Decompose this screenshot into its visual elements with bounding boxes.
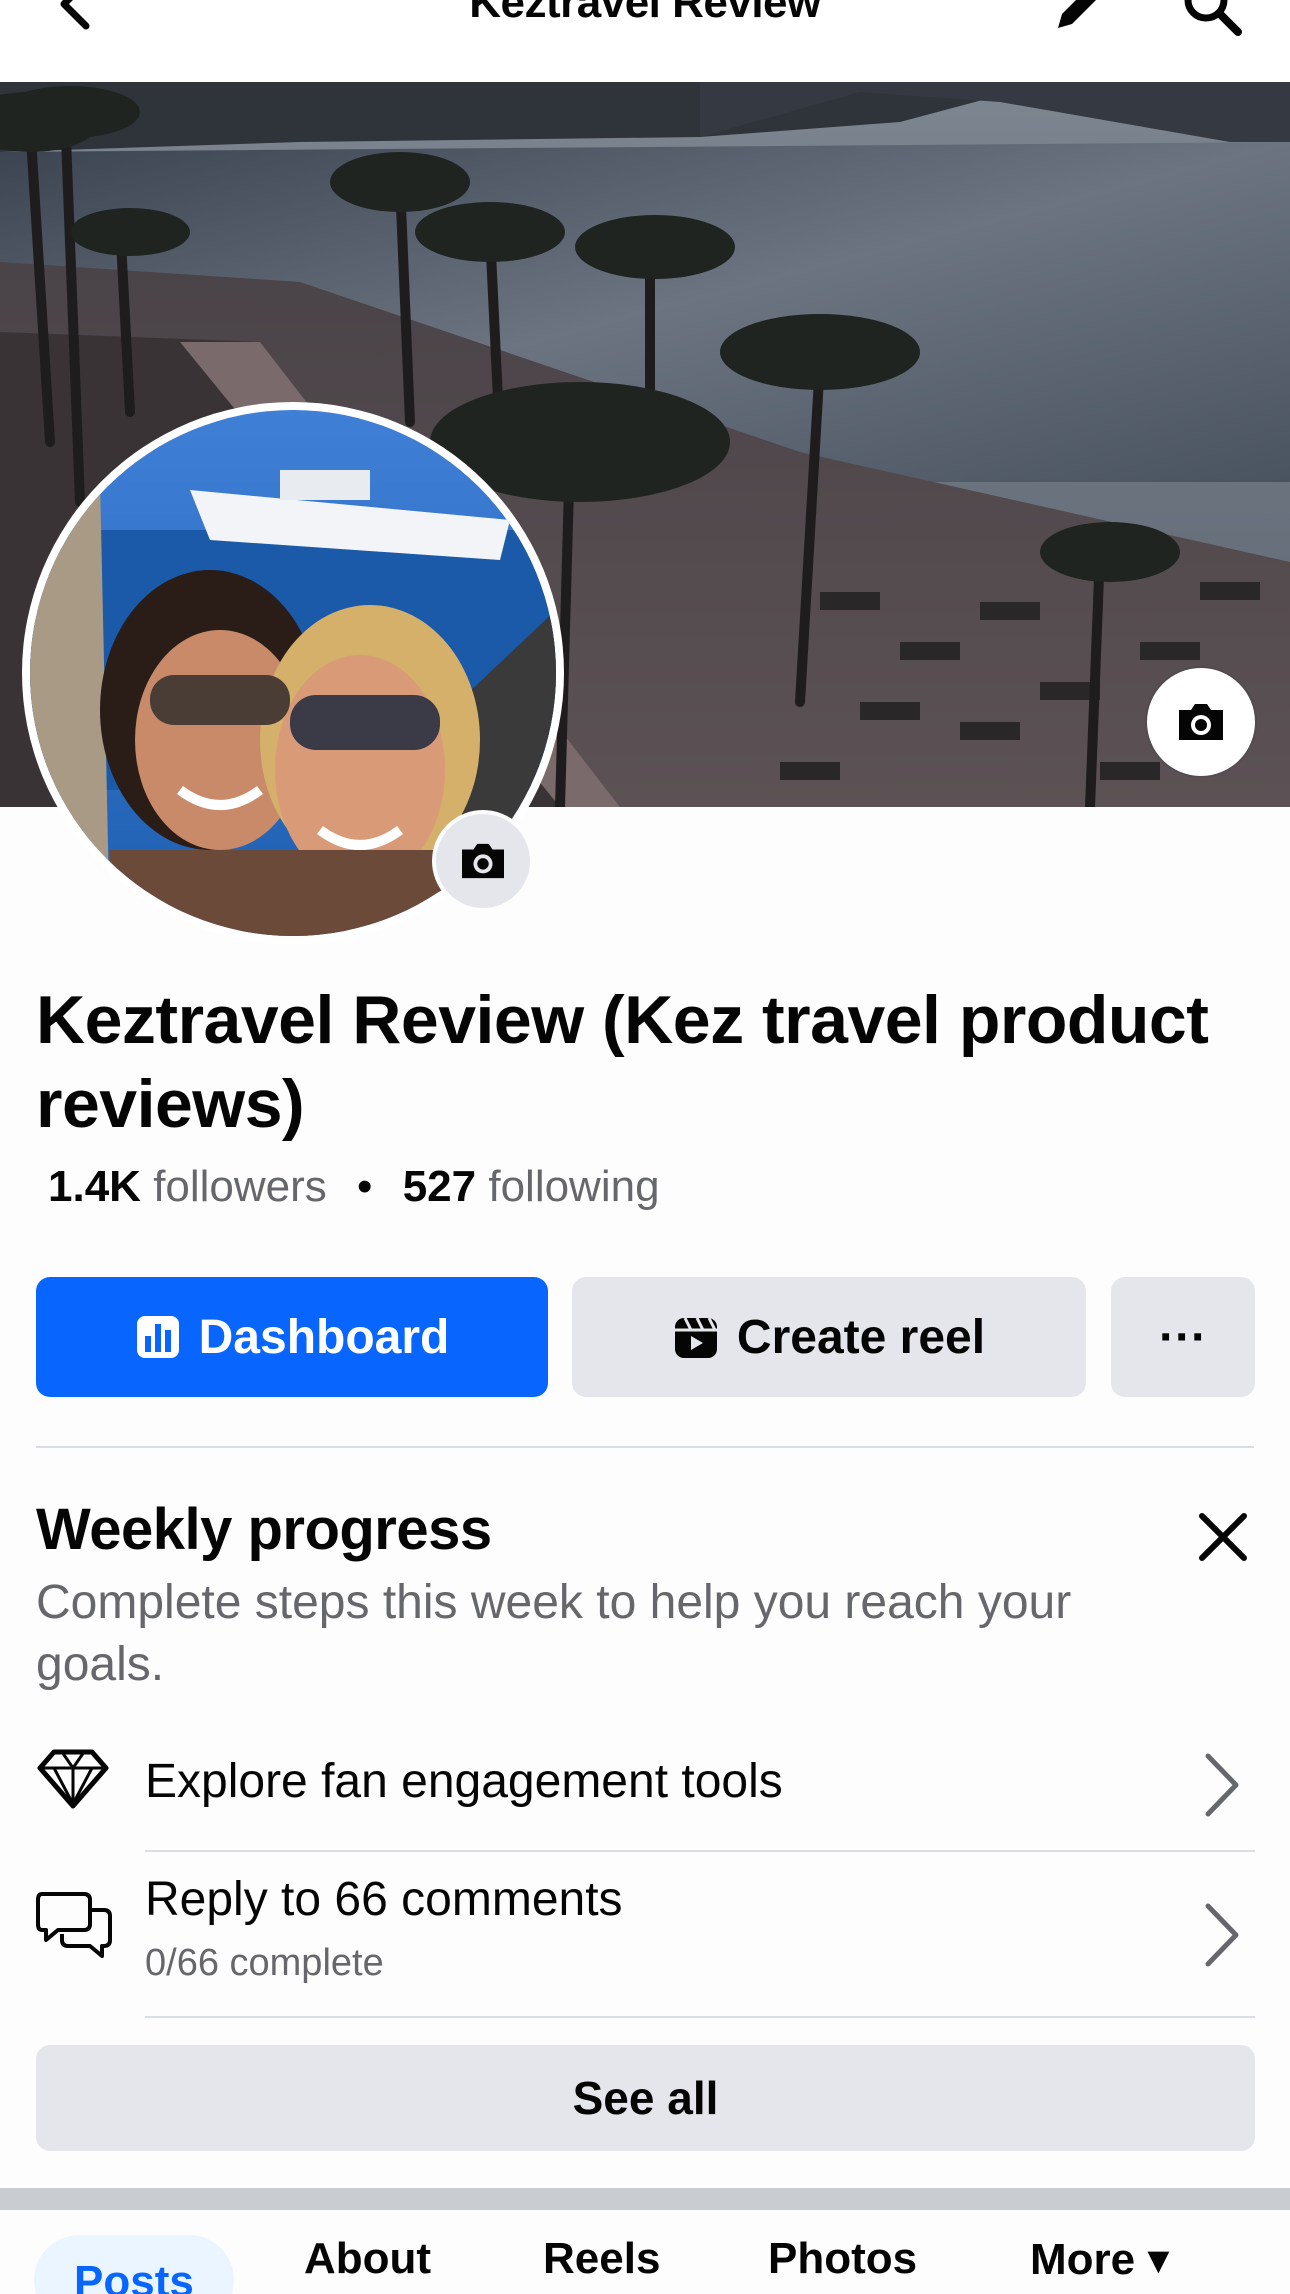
camera-icon bbox=[1179, 704, 1223, 740]
search-icon[interactable] bbox=[1180, 0, 1244, 38]
tab-about[interactable]: About bbox=[304, 2234, 431, 2284]
dashboard-label: Dashboard bbox=[198, 1310, 450, 1364]
profile-name: Keztravel Review (Kez travel product rev… bbox=[36, 982, 1209, 1142]
dashboard-icon bbox=[135, 1314, 181, 1360]
chevron-right-icon bbox=[1205, 1753, 1239, 1817]
section-separator-band bbox=[0, 2188, 1290, 2210]
follow-stats: 1.4K followers • 527 following bbox=[48, 1162, 660, 1212]
weekly-progress-title: Weekly progress bbox=[36, 1497, 492, 1562]
top-nav: Keztravel Review bbox=[0, 0, 1290, 82]
tab-reels[interactable]: Reels bbox=[543, 2234, 660, 2284]
diamond-icon bbox=[37, 1749, 109, 1809]
more-options-icon: ··· bbox=[1159, 1310, 1207, 1364]
task-progress-text: 0/66 complete bbox=[145, 1942, 384, 1984]
profile-tabs: Posts About Reels Photos More ▾ bbox=[0, 2210, 1290, 2294]
task-divider bbox=[145, 2016, 1255, 2018]
section-divider bbox=[36, 1446, 1254, 1448]
camera-icon bbox=[462, 843, 504, 879]
tab-photos[interactable]: Photos bbox=[768, 2234, 917, 2284]
followers-label[interactable]: followers bbox=[153, 1162, 327, 1211]
profile-camera-button[interactable] bbox=[432, 810, 534, 912]
task-divider bbox=[145, 1850, 1255, 1852]
create-reel-button[interactable]: Create reel bbox=[572, 1277, 1086, 1397]
separator-dot: • bbox=[357, 1162, 373, 1211]
cover-camera-button[interactable] bbox=[1147, 668, 1255, 776]
comments-icon bbox=[36, 1892, 112, 1958]
following-count[interactable]: 527 bbox=[403, 1162, 476, 1211]
task-label: Explore fan engagement tools bbox=[145, 1755, 783, 1808]
tab-more[interactable]: More ▾ bbox=[1030, 2234, 1169, 2285]
task-reply-comments[interactable]: Reply to 66 comments 0/66 complete bbox=[0, 1872, 1290, 2012]
reel-icon bbox=[673, 1314, 719, 1360]
dashboard-button[interactable]: Dashboard bbox=[36, 1277, 548, 1397]
pencil-icon[interactable] bbox=[1050, 0, 1110, 36]
create-reel-label: Create reel bbox=[736, 1310, 986, 1364]
following-label[interactable]: following bbox=[488, 1162, 659, 1211]
weekly-progress-subtitle: Complete steps this week to help you rea… bbox=[36, 1576, 1072, 1691]
task-explore-fan-engagement[interactable]: Explore fan engagement tools bbox=[0, 1740, 1290, 1850]
more-options-button[interactable]: ··· bbox=[1111, 1277, 1255, 1397]
tab-posts[interactable]: Posts bbox=[34, 2235, 234, 2294]
see-all-button[interactable]: See all bbox=[36, 2045, 1255, 2151]
close-icon[interactable] bbox=[1194, 1508, 1252, 1566]
followers-count[interactable]: 1.4K bbox=[48, 1162, 141, 1211]
chevron-right-icon bbox=[1205, 1903, 1239, 1967]
task-label: Reply to 66 comments bbox=[145, 1873, 623, 1926]
